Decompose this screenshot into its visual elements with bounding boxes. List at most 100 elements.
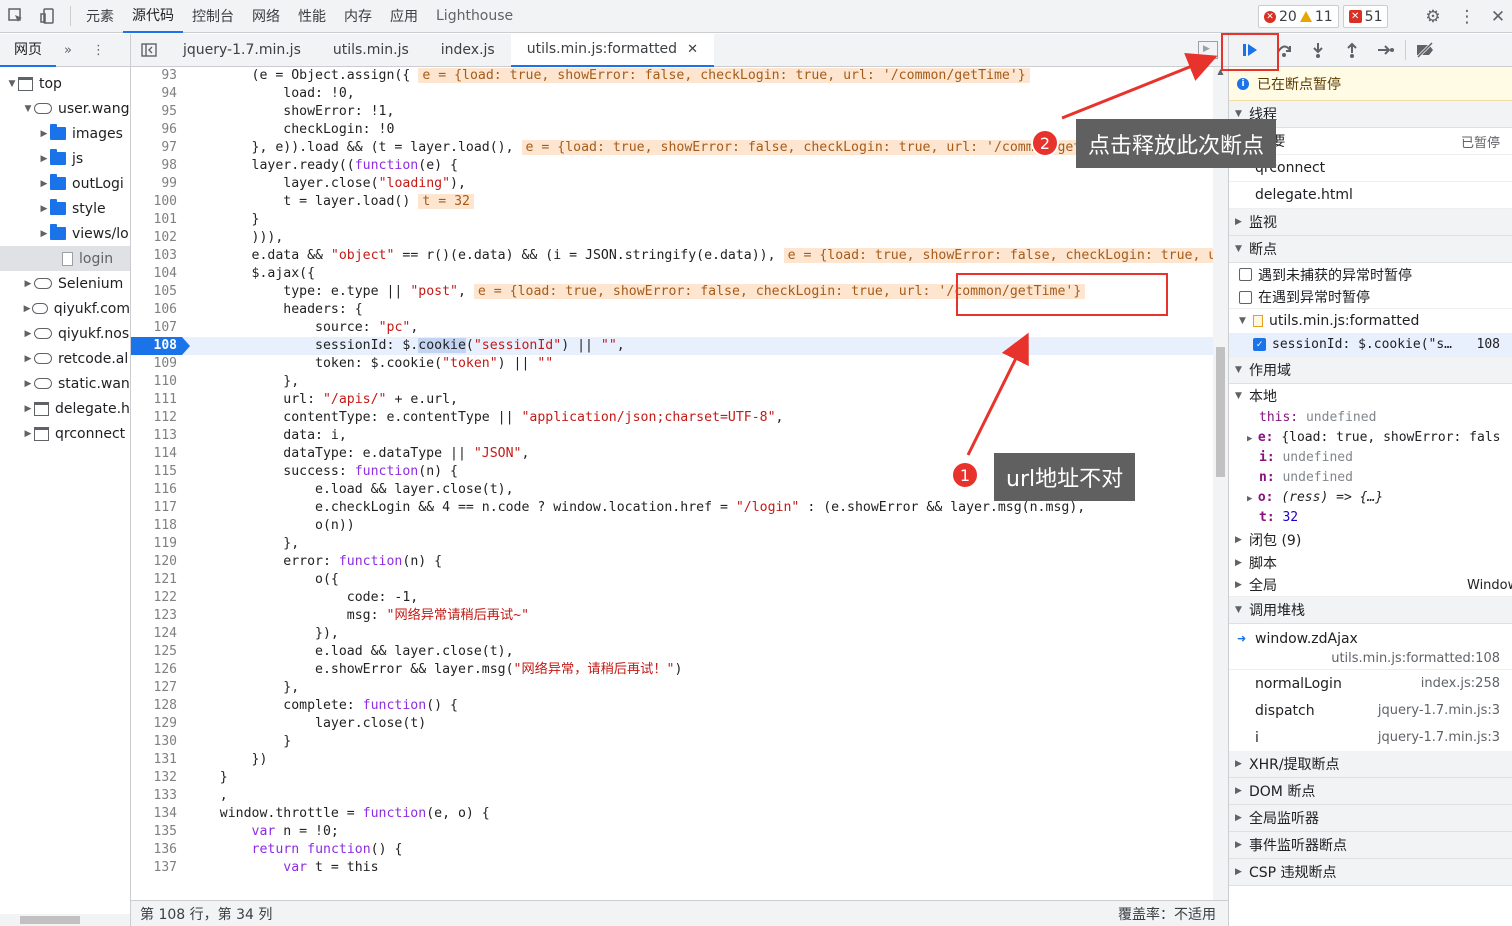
- code-line[interactable]: 125 e.load && layer.close(t),: [131, 643, 1213, 661]
- line-number[interactable]: 116: [131, 481, 177, 499]
- editor-vertical-scrollbar[interactable]: ▲ ▼: [1213, 67, 1228, 912]
- line-number[interactable]: 120: [131, 553, 177, 571]
- tab-console[interactable]: 控制台: [183, 0, 243, 33]
- call-frame-current[interactable]: ➜ window.zdAjax utils.min.js:formatted:1…: [1229, 624, 1512, 670]
- tree-item-top[interactable]: ▼ top: [0, 71, 130, 96]
- line-number[interactable]: 107: [131, 319, 177, 337]
- code-line[interactable]: 128 complete: function() {: [131, 697, 1213, 715]
- line-number[interactable]: 117: [131, 499, 177, 517]
- tab-memory[interactable]: 内存: [335, 0, 381, 33]
- tab-application[interactable]: 应用: [381, 0, 427, 33]
- line-number[interactable]: 136: [131, 841, 177, 859]
- thread-item[interactable]: delegate.html: [1229, 182, 1512, 209]
- code-line[interactable]: 98 layer.ready((function(e) {: [131, 157, 1213, 175]
- tab-lighthouse[interactable]: Lighthouse: [427, 0, 522, 33]
- line-number[interactable]: 115: [131, 463, 177, 481]
- line-number[interactable]: 122: [131, 589, 177, 607]
- code-line[interactable]: 100 t = layer.load() t = 32: [131, 193, 1213, 211]
- tab-page[interactable]: 网页: [0, 34, 56, 67]
- code-line[interactable]: 122 code: -1,: [131, 589, 1213, 607]
- close-tab-icon[interactable]: ✕: [687, 42, 698, 57]
- tree-item-folder[interactable]: ▶ style: [0, 196, 130, 221]
- pause-uncaught-checkbox[interactable]: 遇到未捕获的异常时暂停: [1229, 263, 1512, 286]
- code-line[interactable]: 102 ))),: [131, 229, 1213, 247]
- more-options-icon[interactable]: ⋮: [1454, 0, 1480, 33]
- code-line[interactable]: 107 source: "pc",: [131, 319, 1213, 337]
- scope-var-i[interactable]: i: undefined: [1259, 448, 1512, 468]
- code-line[interactable]: 123 msg: "网络异常请稍后再试~": [131, 607, 1213, 625]
- tree-item-folder[interactable]: ▶ js: [0, 146, 130, 171]
- code-line-current[interactable]: 108 sessionId: $.cookie("sessionId") || …: [131, 337, 1213, 355]
- code-line[interactable]: 131 }): [131, 751, 1213, 769]
- line-number[interactable]: 121: [131, 571, 177, 589]
- line-number[interactable]: 126: [131, 661, 177, 679]
- line-number[interactable]: 125: [131, 643, 177, 661]
- call-frame[interactable]: normalLogin index.js:258: [1229, 670, 1512, 697]
- file-tab-utils-formatted[interactable]: utils.min.js:formatted ✕: [510, 33, 714, 67]
- line-number[interactable]: 97: [131, 139, 177, 157]
- tree-item-frame[interactable]: ▶ qrconnect: [0, 421, 130, 446]
- code-line[interactable]: 136 return function() {: [131, 841, 1213, 859]
- deactivate-breakpoints-icon[interactable]: [1408, 34, 1442, 67]
- code-line[interactable]: 118 o(n)): [131, 517, 1213, 535]
- tree-item-file-selected[interactable]: login: [0, 246, 130, 271]
- code-line[interactable]: 111 url: "/apis/" + e.url,: [131, 391, 1213, 409]
- line-number[interactable]: 132: [131, 769, 177, 787]
- tree-item-folder[interactable]: ▶ images: [0, 121, 130, 146]
- tree-item-domain[interactable]: ▶ retcode.al: [0, 346, 130, 371]
- section-call-stack[interactable]: ▼ 调用堆栈: [1229, 597, 1512, 624]
- section-watch[interactable]: ▶ 监视: [1229, 209, 1512, 236]
- line-number[interactable]: 104: [131, 265, 177, 283]
- code-line[interactable]: 133 ,: [131, 787, 1213, 805]
- checkbox[interactable]: [1239, 290, 1252, 304]
- line-number[interactable]: 130: [131, 733, 177, 751]
- tree-item-folder[interactable]: ▶ views/lo: [0, 221, 130, 246]
- step-out-icon[interactable]: [1335, 34, 1369, 67]
- section-global-listeners[interactable]: ▶ 全局监听器: [1229, 805, 1512, 832]
- scope-closure[interactable]: ▶ 闭包 (9): [1229, 528, 1512, 551]
- code-line[interactable]: 119 },: [131, 535, 1213, 553]
- line-number[interactable]: 111: [131, 391, 177, 409]
- code-line[interactable]: 132 }: [131, 769, 1213, 787]
- line-number[interactable]: 127: [131, 679, 177, 697]
- line-number[interactable]: 134: [131, 805, 177, 823]
- tab-sources[interactable]: 源代码: [123, 0, 183, 33]
- section-breakpoints[interactable]: ▼ 断点: [1229, 236, 1512, 263]
- tab-network[interactable]: 网络: [243, 0, 289, 33]
- scope-var-e[interactable]: ▶ e: {load: true, showError: fals: [1247, 428, 1512, 448]
- line-number[interactable]: 103: [131, 247, 177, 265]
- code-line[interactable]: 135 var n = !0;: [131, 823, 1213, 841]
- code-line[interactable]: 120 error: function(n) {: [131, 553, 1213, 571]
- code-line[interactable]: 137 var t = this: [131, 859, 1213, 877]
- breakpoint-file-group[interactable]: ▼ utils.min.js:formatted: [1229, 309, 1512, 333]
- line-number[interactable]: 131: [131, 751, 177, 769]
- code-line[interactable]: 99 layer.close("loading"),: [131, 175, 1213, 193]
- tab-elements[interactable]: 元素: [77, 0, 123, 33]
- code-line[interactable]: 124 }),: [131, 625, 1213, 643]
- line-number[interactable]: 137: [131, 859, 177, 877]
- line-number[interactable]: 119: [131, 535, 177, 553]
- line-number[interactable]: 124: [131, 625, 177, 643]
- line-number[interactable]: 102: [131, 229, 177, 247]
- more-tabs-chevron-icon[interactable]: »: [64, 43, 72, 58]
- code-line[interactable]: 95 showError: !1,: [131, 103, 1213, 121]
- line-number[interactable]: 123: [131, 607, 177, 625]
- line-number[interactable]: 106: [131, 301, 177, 319]
- tree-item-frame[interactable]: ▶ delegate.h: [0, 396, 130, 421]
- scope-global[interactable]: ▶ 全局 Window: [1229, 574, 1512, 597]
- issues-counter[interactable]: ✕ 51: [1342, 5, 1389, 28]
- tree-item-domain[interactable]: ▶ qiyukf.com: [0, 296, 130, 321]
- line-number[interactable]: 133: [131, 787, 177, 805]
- section-event-listener-breakpoints[interactable]: ▶ 事件监听器断点: [1229, 832, 1512, 859]
- scope-script[interactable]: ▶ 脚本: [1229, 551, 1512, 574]
- code-line[interactable]: 130 }: [131, 733, 1213, 751]
- call-frame[interactable]: dispatch jquery-1.7.min.js:3: [1229, 697, 1512, 724]
- code-line[interactable]: 103 e.data && "object" == r()(e.data) &&…: [131, 247, 1213, 265]
- code-line[interactable]: 109 token: $.cookie("token") || "": [131, 355, 1213, 373]
- scope-var-o[interactable]: ▶ o: (ress) => {…}: [1247, 488, 1512, 508]
- device-toolbar-icon[interactable]: [32, 0, 64, 33]
- toggle-debugger-icon[interactable]: ▶: [1198, 41, 1218, 59]
- line-number[interactable]: 94: [131, 85, 177, 103]
- line-number[interactable]: 96: [131, 121, 177, 139]
- line-number[interactable]: 100: [131, 193, 177, 211]
